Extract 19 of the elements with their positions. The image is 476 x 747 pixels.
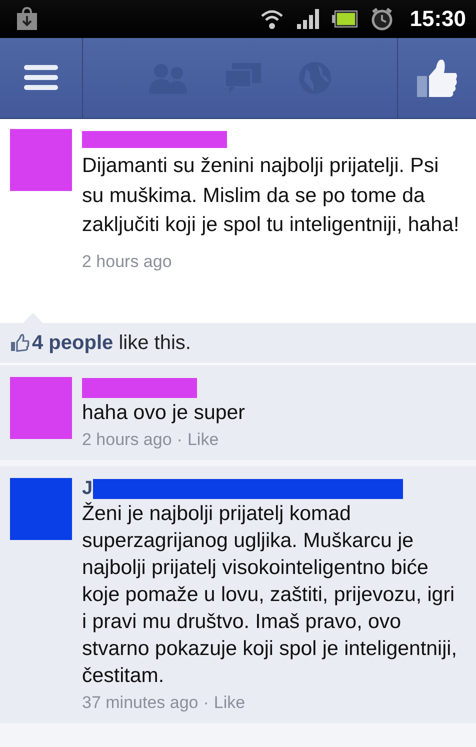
download-icon: [16, 7, 38, 31]
comment-text: Ženi je najbolji prijatelj komad superzagrijanog ugljika. Muškarcu je najbolji prijatelj visokointeligentno biće koje pomaže u lovu, zaštiti, prijevozu, igri i pravi mu društvo. Imaš pravo, ovo stvarno pokazuje koji spol je inteligentniji, čestitam.: [82, 501, 458, 689]
author-name[interactable]: J: [82, 478, 93, 500]
separator-dot: ·: [176, 430, 182, 450]
separator-dot: ·: [203, 693, 209, 713]
thumbs-up-icon[interactable]: [416, 58, 458, 98]
timestamp: 2 hours ago: [82, 430, 172, 450]
comment-text: haha ovo je super: [82, 400, 246, 426]
post-text: Dijamanti su ženini najbolji prijatelji. Psi su muškima. Mislim da se po tome da zaključiti koji je spol tu inteligentniji, haha!: [82, 153, 460, 238]
alarm-clock-icon: [370, 7, 394, 31]
timestamp: 37 minutes ago: [82, 693, 198, 713]
likes-text[interactable]: 4 people like this.: [32, 332, 191, 354]
wifi-icon: [260, 8, 284, 30]
menu-icon[interactable]: [24, 64, 58, 92]
timestamp: 2 hours ago: [82, 252, 173, 272]
battery-icon: [332, 10, 358, 28]
clock-time: 15:30: [410, 6, 466, 32]
thumbs-up-icon: [10, 334, 30, 352]
signal-icon: [296, 8, 320, 30]
